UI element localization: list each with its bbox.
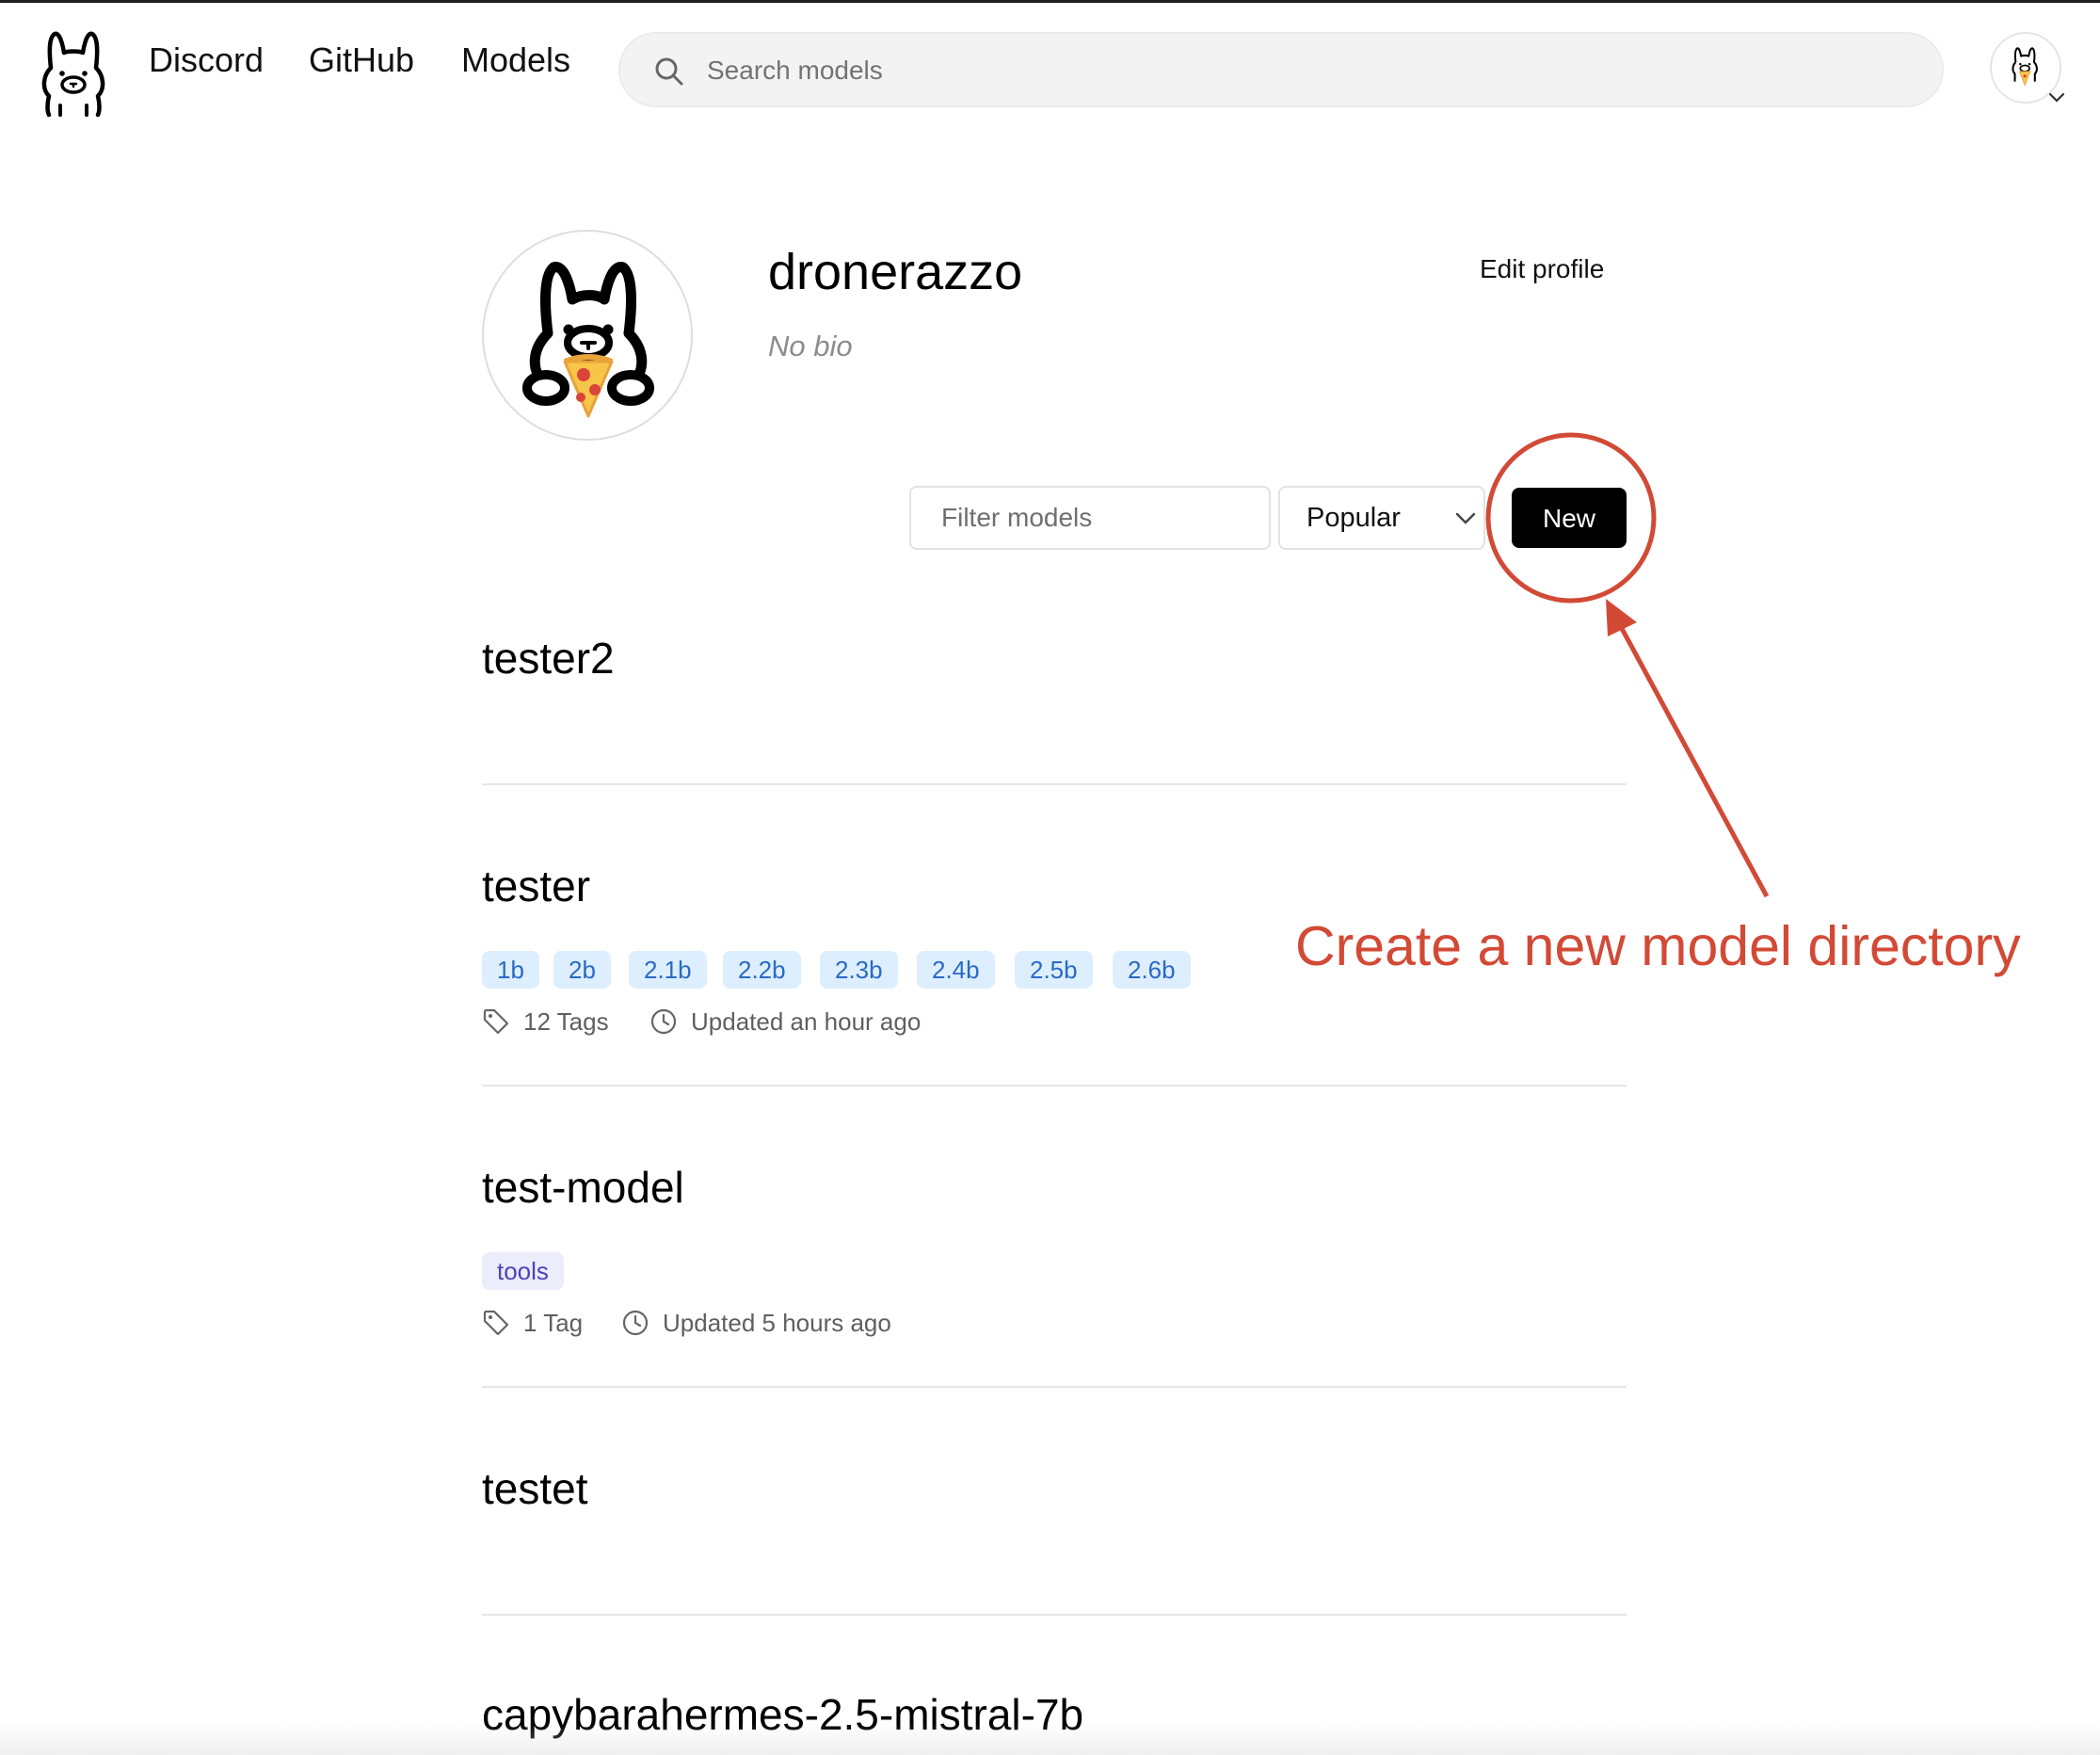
chevron-down-icon[interactable] (2048, 92, 2065, 104)
profile-avatar (482, 230, 693, 441)
annotation-arrow-head (1606, 599, 1637, 636)
size-tag[interactable]: 2b (553, 951, 611, 989)
search-bar[interactable] (618, 32, 1944, 107)
tags-count[interactable]: 12 Tags (523, 1009, 609, 1034)
tag-icon (483, 1310, 509, 1336)
clock-icon (622, 1310, 649, 1336)
updated-time: Updated 5 hours ago (663, 1309, 891, 1337)
nav-github-link[interactable]: GitHub (309, 43, 414, 77)
clock-icon (650, 1008, 677, 1035)
annotation-arrow-line (1616, 621, 1770, 898)
updated-time: Updated an hour ago (691, 1007, 922, 1036)
profile-bio: No bio (768, 330, 853, 362)
edit-profile-button[interactable]: Edit profile (1480, 256, 1604, 282)
size-tag[interactable]: 2.2b (723, 951, 801, 989)
chevron-down-icon (1455, 512, 1476, 524)
filter-models-input[interactable] (909, 486, 1271, 550)
size-tag[interactable]: 2.4b (917, 951, 995, 989)
new-model-button[interactable]: New (1512, 488, 1627, 548)
size-tag[interactable]: 2.3b (820, 951, 898, 989)
model-divider (482, 1614, 1627, 1616)
capability-tag[interactable]: tools (482, 1252, 564, 1290)
size-tag[interactable]: 2.6b (1113, 951, 1191, 989)
sort-select[interactable]: Popular (1278, 486, 1485, 550)
tag-icon (483, 1008, 509, 1035)
window-top-border (0, 0, 2100, 3)
model-divider (482, 1085, 1627, 1087)
model-title[interactable]: test-model (482, 1166, 684, 1209)
llama-pizza-avatar-icon (522, 262, 654, 418)
model-divider (482, 783, 1627, 785)
search-input[interactable] (705, 45, 1914, 96)
ollama-logo-icon[interactable] (38, 30, 109, 117)
model-title[interactable]: testet (482, 1467, 588, 1510)
annotation-label: Create a new model directory (1295, 915, 2021, 977)
search-icon (655, 57, 683, 86)
size-tag[interactable]: 2.5b (1015, 951, 1093, 989)
tags-count[interactable]: 1 Tag (523, 1311, 583, 1335)
model-divider (482, 1386, 1627, 1388)
sort-selected-value: Popular (1306, 503, 1401, 533)
profile-username: dronerazzo (768, 244, 1023, 300)
model-title[interactable]: tester (482, 864, 590, 908)
size-tag[interactable]: 2.1b (629, 951, 707, 989)
annotation-overlay (1485, 432, 1770, 898)
nav-discord-link[interactable]: Discord (149, 43, 264, 77)
size-tag[interactable]: 1b (482, 951, 539, 989)
model-title[interactable]: tester2 (482, 636, 615, 680)
bottom-shadow (0, 1723, 2100, 1755)
nav-models-link[interactable]: Models (461, 43, 570, 77)
